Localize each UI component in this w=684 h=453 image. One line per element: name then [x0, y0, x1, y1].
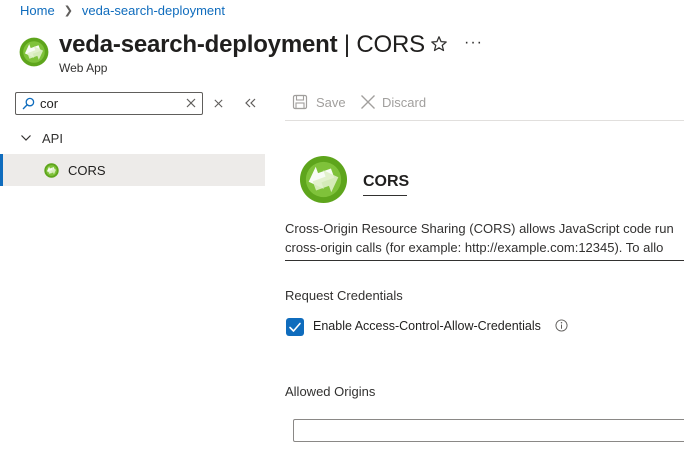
web-app-icon: [19, 37, 49, 67]
allowed-origin-input[interactable]: [293, 419, 684, 442]
search-input[interactable]: [40, 94, 180, 113]
resource-name: veda-search-deployment: [59, 31, 338, 58]
discard-icon: [361, 95, 375, 109]
info-icon[interactable]: [555, 319, 568, 332]
more-icon[interactable]: ···: [464, 34, 483, 52]
breadcrumb-home-link[interactable]: Home: [20, 3, 55, 18]
star-icon[interactable]: [430, 35, 448, 53]
discard-button[interactable]: Discard: [360, 94, 426, 110]
save-icon: [292, 94, 308, 110]
sidebar-group-label: API: [42, 130, 63, 146]
web-app-icon: [299, 155, 348, 204]
section-heading: CORS: [363, 173, 410, 190]
credentials-checkbox[interactable]: [286, 318, 304, 336]
web-app-icon: [44, 163, 59, 178]
description-line: Cross-Origin Resource Sharing (CORS) all…: [285, 221, 674, 236]
toolbar-divider: [285, 120, 684, 121]
save-button[interactable]: Save: [292, 94, 346, 110]
chevron-down-icon: [21, 135, 31, 141]
description-divider: [285, 260, 684, 261]
page-subtitle: Web App: [59, 61, 108, 75]
search-icon: [22, 97, 35, 110]
page-title: veda-search-deployment | CORS: [59, 31, 425, 59]
heading-underline: [363, 195, 407, 196]
collapse-sidebar-icon[interactable]: [243, 96, 257, 110]
sidebar-search-box: [15, 92, 203, 115]
discard-label: Discard: [382, 94, 427, 110]
sidebar-group-api[interactable]: API: [20, 128, 63, 148]
breadcrumb-resource-link[interactable]: veda-search-deployment: [82, 3, 225, 18]
collapse-filter-icon[interactable]: [213, 98, 224, 109]
clear-icon[interactable]: [185, 97, 197, 109]
credentials-checkbox-label[interactable]: Enable Access-Control-Allow-Credentials: [313, 319, 541, 333]
allowed-origins-label: Allowed Origins: [285, 384, 376, 399]
sidebar-item-label: CORS: [68, 163, 106, 178]
sidebar-item-cors[interactable]: CORS: [0, 154, 265, 186]
selected-indicator: [0, 154, 3, 186]
request-credentials-label: Request Credentials: [285, 288, 403, 303]
page-name: | CORS: [337, 31, 425, 58]
description-line: cross-origin calls (for example: http://…: [285, 240, 664, 255]
breadcrumb: Home ❯ veda-search-deployment: [20, 3, 225, 18]
breadcrumb-separator-icon: ❯: [63, 5, 73, 17]
save-label: Save: [316, 94, 346, 110]
